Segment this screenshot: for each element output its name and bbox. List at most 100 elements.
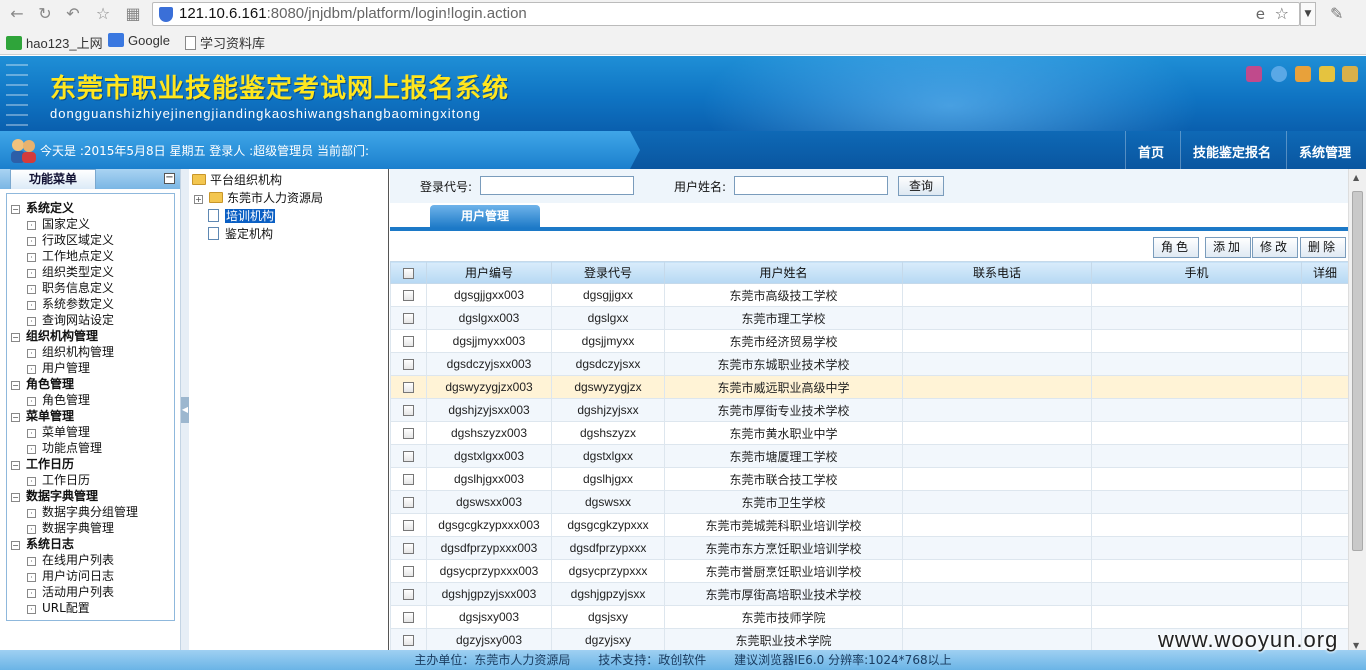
ie-mode-icon[interactable]: e (1256, 5, 1265, 23)
table-row[interactable]: dgsgjjgxx003 dgsgjjgxx 东莞市高级技工学校 (390, 283, 1349, 307)
nav-home[interactable]: 首页 (1138, 142, 1164, 161)
menu-item[interactable]: · 组织机构管理 (27, 343, 114, 360)
bookmark-star-icon[interactable]: ☆ (1275, 4, 1289, 23)
table-row[interactable]: dgsgcgkzypxxx003 dgsgcgkzypxxx 东莞市莞城莞科职业培训… (390, 513, 1349, 537)
row-checkbox[interactable] (403, 566, 414, 578)
row-checkbox[interactable] (403, 451, 414, 463)
row-select-cell[interactable] (390, 375, 427, 399)
tree-root[interactable]: 平台组织机构 (192, 171, 282, 188)
collapse-icon[interactable]: − (11, 461, 20, 470)
row-select-cell[interactable] (390, 559, 427, 583)
query-button[interactable]: 查询 (898, 176, 944, 196)
expand-icon[interactable]: + (194, 195, 203, 204)
menu-group[interactable]: − 菜单管理 (11, 407, 74, 424)
row-select-cell[interactable] (390, 444, 427, 468)
wrench-icon[interactable]: ✎ (1330, 4, 1343, 23)
exit-icon[interactable] (1342, 66, 1358, 82)
collapse-icon[interactable]: − (11, 413, 20, 422)
detail-cell[interactable] (1301, 536, 1349, 560)
user-name-input[interactable] (734, 176, 888, 195)
detail-cell[interactable] (1301, 559, 1349, 583)
row-checkbox[interactable] (403, 382, 414, 394)
detail-cell[interactable] (1301, 605, 1349, 629)
row-checkbox[interactable] (403, 520, 414, 532)
detail-cell[interactable] (1301, 421, 1349, 445)
col-detail[interactable]: 详细 (1301, 261, 1349, 284)
menu-title[interactable]: 功能菜单 (10, 169, 96, 189)
collapse-icon[interactable]: − (11, 205, 20, 214)
delete-button[interactable]: 删除 (1300, 237, 1346, 258)
menu-item[interactable]: · 数据字典分组管理 (27, 503, 138, 520)
table-row[interactable]: dgshjgpzyjsxx003 dgshjgpzyjsxx 东莞市厚街高培职业技术… (390, 582, 1349, 606)
nav-system-management[interactable]: 系统管理 (1299, 142, 1351, 161)
row-select-cell[interactable] (390, 398, 427, 422)
scroll-thumb[interactable] (1352, 191, 1363, 551)
row-select-cell[interactable] (390, 306, 427, 330)
bookmark-study[interactable]: 学习资料库 (185, 33, 265, 52)
table-row[interactable]: dgswyzygjzx003 dgswyzygjzx 东莞市威远职业高级中学 (390, 375, 1349, 399)
collapse-icon[interactable]: − (11, 381, 20, 390)
menu-item[interactable]: · 角色管理 (27, 391, 90, 408)
menu-item[interactable]: · 数据字典管理 (27, 519, 114, 536)
menu-item[interactable]: · 组织类型定义 (27, 263, 114, 280)
table-row[interactable]: dgsycprzypxxx003 dgsycprzypxxx 东莞市誉厨烹饪职业培训… (390, 559, 1349, 583)
row-checkbox[interactable] (403, 497, 414, 509)
menu-item[interactable]: · 行政区域定义 (27, 231, 114, 248)
bookmark-google[interactable]: Google (108, 33, 170, 48)
row-checkbox[interactable] (403, 428, 414, 440)
home-icon[interactable] (1295, 66, 1311, 82)
table-row[interactable]: dgstxlgxx003 dgstxlgxx 东莞市塘厦理工学校 (390, 444, 1349, 468)
chevron-left-icon[interactable]: ◀ (181, 397, 189, 423)
login-code-input[interactable] (480, 176, 634, 195)
col-phone[interactable]: 联系电话 (902, 261, 1092, 284)
user-icon[interactable] (1246, 66, 1262, 82)
row-checkbox[interactable] (403, 290, 414, 302)
row-select-cell[interactable] (390, 628, 427, 652)
detail-cell[interactable] (1301, 582, 1349, 606)
detail-cell[interactable] (1301, 490, 1349, 514)
menu-item[interactable]: · 国家定义 (27, 215, 90, 232)
lock-icon[interactable] (1319, 66, 1335, 82)
scroll-up-icon[interactable]: ▲ (1353, 173, 1359, 182)
row-select-cell[interactable] (390, 283, 427, 307)
menu-item[interactable]: · 菜单管理 (27, 423, 90, 440)
star-icon[interactable]: ☆ (92, 3, 114, 25)
menu-group[interactable]: − 角色管理 (11, 375, 74, 392)
col-user-name[interactable]: 用户姓名 (664, 261, 903, 284)
detail-cell[interactable] (1301, 329, 1349, 353)
menu-item[interactable]: · 系统参数定义 (27, 295, 114, 312)
menu-item[interactable]: · 功能点管理 (27, 439, 102, 456)
row-select-cell[interactable] (390, 467, 427, 491)
detail-cell[interactable] (1301, 444, 1349, 468)
select-all-checkbox[interactable] (403, 267, 414, 279)
detail-cell[interactable] (1301, 283, 1349, 307)
row-checkbox[interactable] (403, 474, 414, 486)
scroll-down-icon[interactable]: ▼ (1353, 641, 1359, 650)
splitter[interactable]: ◀ (180, 169, 189, 654)
detail-cell[interactable] (1301, 352, 1349, 376)
menu-item[interactable]: · 用户管理 (27, 359, 90, 376)
edit-button[interactable]: 修改 (1252, 237, 1298, 258)
grid-icon[interactable]: ▦ (122, 3, 144, 25)
row-checkbox[interactable] (403, 359, 414, 371)
table-row[interactable]: dgslhjgxx003 dgslhjgxx 东莞市联合技工学校 (390, 467, 1349, 491)
bookmark-hao123[interactable]: hao123_上网 (6, 33, 103, 52)
table-row[interactable]: dgsjsxy003 dgsjsxy 东莞市技师学院 (390, 605, 1349, 629)
nav-exam-registration[interactable]: 技能鉴定报名 (1193, 142, 1271, 161)
menu-group[interactable]: − 数据字典管理 (11, 487, 98, 504)
row-checkbox[interactable] (403, 313, 414, 325)
menu-item[interactable]: · 用户访问日志 (27, 567, 114, 584)
menu-item[interactable]: · 工作地点定义 (27, 247, 114, 264)
detail-cell[interactable] (1301, 513, 1349, 537)
row-select-cell[interactable] (390, 352, 427, 376)
collapse-icon[interactable]: − (11, 333, 20, 342)
row-checkbox[interactable] (403, 635, 414, 647)
menu-group[interactable]: − 工作日历 (11, 455, 74, 472)
col-login-code[interactable]: 登录代号 (551, 261, 665, 284)
menu-item[interactable]: · 在线用户列表 (27, 551, 114, 568)
collapse-icon[interactable]: − (164, 173, 175, 184)
row-checkbox[interactable] (403, 405, 414, 417)
detail-cell[interactable] (1301, 398, 1349, 422)
menu-group[interactable]: − 系统定义 (11, 199, 74, 216)
table-row[interactable]: dgshjzyjsxx003 dgshjzyjsxx 东莞市厚街专业技术学校 (390, 398, 1349, 422)
